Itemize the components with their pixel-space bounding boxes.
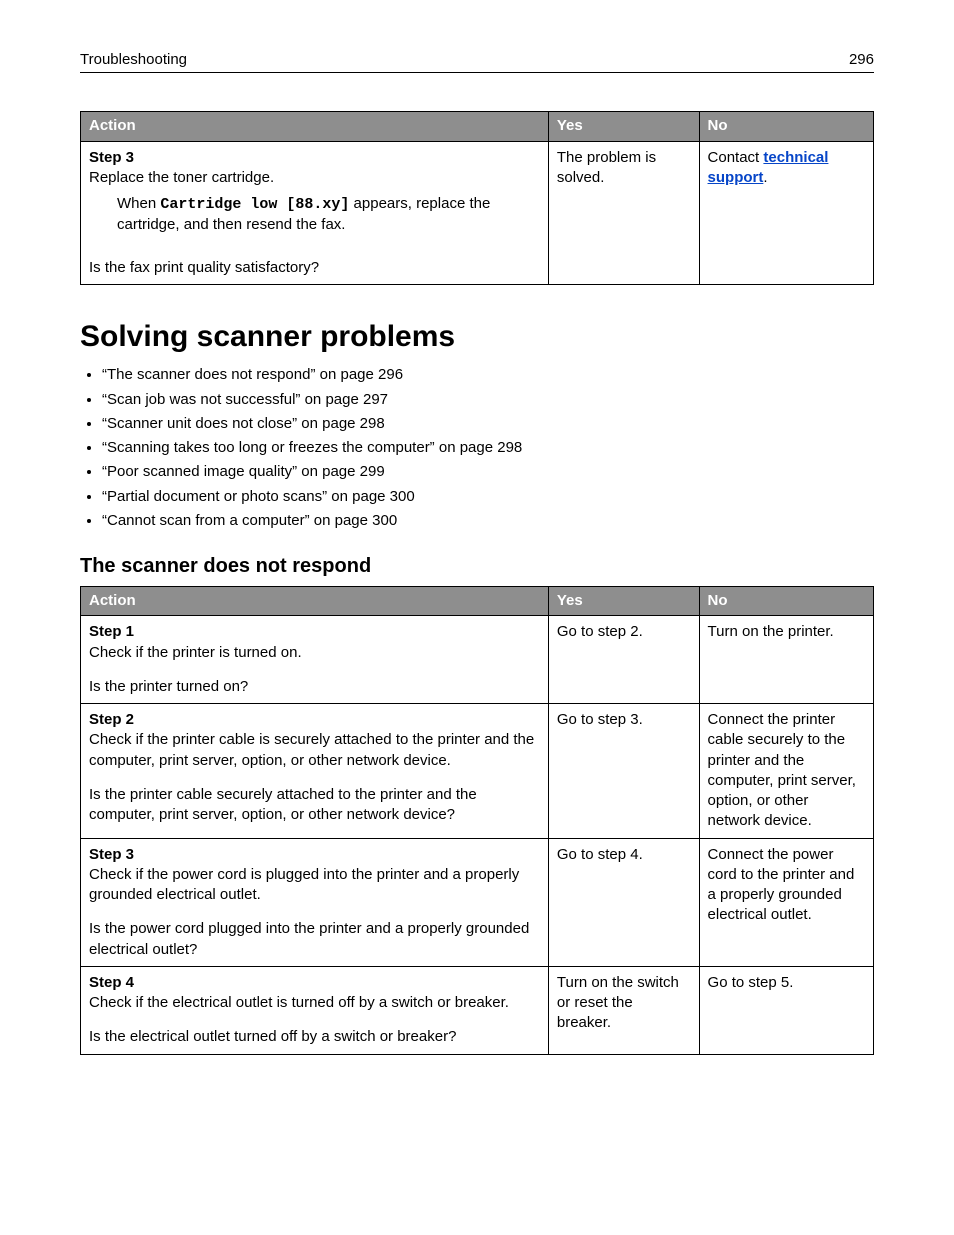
step-instruction: Check if the power cord is plugged into …: [89, 866, 519, 903]
toc-list: “The scanner does not respond” on page 2…: [102, 365, 874, 531]
yes-cell: Turn on the switch or reset the breaker.: [548, 966, 699, 1054]
col-no: No: [699, 112, 873, 141]
step-question: Is the electrical outlet turned off by a…: [89, 1028, 456, 1045]
step-label: Step 3: [89, 846, 134, 863]
list-item: “The scanner does not respond” on page 2…: [102, 365, 874, 385]
no-cell: Contact technical support.: [699, 141, 873, 284]
list-item: “Cannot scan from a computer” on page 30…: [102, 511, 874, 531]
step-subnote: When Cartridge low [88.xy] appears, repl…: [117, 194, 540, 236]
col-yes: Yes: [548, 587, 699, 616]
list-item: “Scanning takes too long or freezes the …: [102, 438, 874, 458]
no-cell: Turn on the printer.: [699, 616, 873, 704]
yes-cell: Go to step 3.: [548, 704, 699, 839]
list-item: “Poor scanned image quality” on page 299: [102, 462, 874, 482]
table-row: Step 4 Check if the electrical outlet is…: [81, 966, 874, 1054]
list-item: “Scan job was not successful” on page 29…: [102, 390, 874, 410]
step-label: Step 4: [89, 974, 134, 991]
table-row: Step 1 Check if the printer is turned on…: [81, 616, 874, 704]
no-cell: Go to step 5.: [699, 966, 873, 1054]
yes-cell: The problem is solved.: [548, 141, 699, 284]
step-question: Is the fax print quality satisfactory?: [89, 259, 319, 276]
troubleshoot-table-2: Action Yes No Step 1 Check if the printe…: [80, 586, 874, 1055]
no-cell: Connect the printer cable securely to th…: [699, 704, 873, 839]
page-header: Troubleshooting 296: [80, 50, 874, 73]
col-action: Action: [81, 587, 549, 616]
step-question: Is the printer turned on?: [89, 678, 248, 695]
step-question: Is the printer cable securely attached t…: [89, 786, 477, 823]
page-number: 296: [849, 50, 874, 70]
yes-cell: Go to step 4.: [548, 838, 699, 966]
list-item: “Partial document or photo scans” on pag…: [102, 487, 874, 507]
table-row: Step 3 Check if the power cord is plugge…: [81, 838, 874, 966]
col-yes: Yes: [548, 112, 699, 141]
step-instruction: Check if the electrical outlet is turned…: [89, 994, 509, 1011]
step-label: Step 1: [89, 623, 134, 640]
troubleshoot-table-1: Action Yes No Step 3 Replace the toner c…: [80, 111, 874, 285]
section-heading: Solving scanner problems: [80, 317, 874, 358]
list-item: “Scanner unit does not close” on page 29…: [102, 414, 874, 434]
yes-cell: Go to step 2.: [548, 616, 699, 704]
step-label: Step 3: [89, 149, 134, 166]
step-instruction: Replace the toner cartridge.: [89, 169, 274, 186]
col-action: Action: [81, 112, 549, 141]
header-title: Troubleshooting: [80, 50, 187, 70]
step-instruction: Check if the printer is turned on.: [89, 644, 302, 661]
step-question: Is the power cord plugged into the print…: [89, 920, 529, 957]
table-row: Step 2 Check if the printer cable is sec…: [81, 704, 874, 839]
step-label: Step 2: [89, 711, 134, 728]
step-instruction: Check if the printer cable is securely a…: [89, 731, 534, 768]
col-no: No: [699, 587, 873, 616]
table-row: Step 3 Replace the toner cartridge. When…: [81, 141, 874, 284]
no-cell: Connect the power cord to the printer an…: [699, 838, 873, 966]
code-text: Cartridge low [88.xy]: [160, 196, 349, 213]
subsection-heading: The scanner does not respond: [80, 553, 874, 580]
